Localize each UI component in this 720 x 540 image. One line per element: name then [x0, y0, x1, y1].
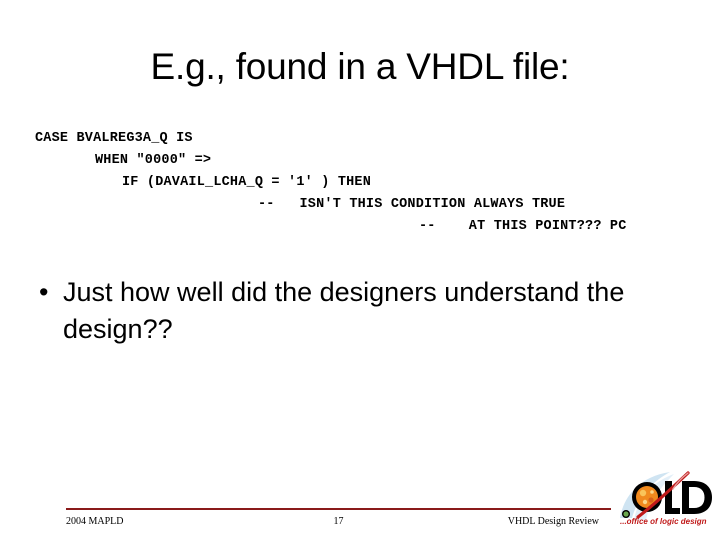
list-item-label: Just how well did the designers understa… [63, 277, 625, 344]
planet-texture-2 [648, 497, 654, 503]
footer-divider [66, 508, 611, 510]
footer: 2004 MAPLD 17 VHDL Design Review [66, 514, 611, 530]
code-line: CASE BVALREG3A_Q IS [35, 131, 193, 146]
slide-canvas: E.g., found in a VHDL file: CASE BVALREG… [0, 0, 720, 540]
old-logo-icon: ...office of logic design [620, 471, 712, 526]
footer-presentation-label: VHDL Design Review [507, 516, 599, 527]
old-logo: ...office of logic design [618, 470, 716, 528]
planet-texture-3 [642, 499, 648, 505]
planet-texture [639, 489, 647, 497]
code-line: -- ISN'T THIS CONDITION ALWAYS TRUE [258, 197, 566, 212]
code-line: WHEN "0000" => [95, 153, 212, 168]
planet-texture-4 [650, 490, 654, 494]
list-item: • Just how well did the designers unders… [36, 274, 636, 348]
body-bullet-list: • Just how well did the designers unders… [36, 274, 636, 348]
bullet-marker-icon: • [39, 277, 49, 307]
moon-body [623, 511, 629, 517]
logo-tagline: ...office of logic design [620, 517, 707, 526]
code-line: -- AT THIS POINT??? PC [419, 219, 627, 234]
code-line: IF (DAVAIL_LCHA_Q = '1' ) THEN [122, 175, 372, 190]
vhdl-code-block: CASE BVALREG3A_Q IS WHEN "0000" => IF (D… [0, 128, 720, 238]
letter-d [682, 481, 712, 514]
page-title: E.g., found in a VHDL file: [150, 46, 570, 87]
